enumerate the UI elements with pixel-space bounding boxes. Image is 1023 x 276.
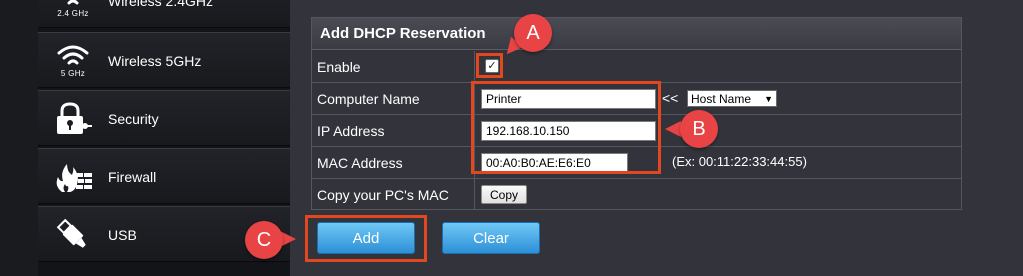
enable-row: Enable ✓ xyxy=(312,51,961,83)
copy-mac-button[interactable]: Copy xyxy=(481,185,527,204)
mac-address-row: MAC Address 00:A0:B0:AE:E6:E0 (Ex: 00:11… xyxy=(312,147,961,179)
panel-title: Add DHCP Reservation xyxy=(312,18,961,50)
host-name-select[interactable]: Host Name ▼ xyxy=(687,90,777,107)
dhcp-reservation-panel: Add DHCP Reservation Enable ✓ Computer N… xyxy=(311,17,962,210)
annotation-marker-b: B xyxy=(680,110,718,148)
firewall-icon xyxy=(50,155,96,199)
annotation-marker-a: A xyxy=(514,14,552,52)
left-edge-strip xyxy=(0,0,38,276)
band-label: 5 GHz xyxy=(60,69,86,78)
sidebar-item-security[interactable]: Security xyxy=(38,90,290,146)
enable-checkbox[interactable]: ✓ xyxy=(485,59,499,73)
marker-b-pointer xyxy=(665,121,681,137)
chevron-down-icon: ▼ xyxy=(764,93,773,104)
copy-mac-row: Copy your PC's MAC Copy xyxy=(312,179,961,211)
computer-name-row: Computer Name Printer << Host Name ▼ xyxy=(312,83,961,115)
sidebar-item-wireless-5ghz[interactable]: 5 GHz Wireless 5GHz xyxy=(38,32,290,88)
host-name-select-value: Host Name xyxy=(691,91,752,106)
wifi-icon: 2.4 GHz xyxy=(50,0,96,23)
lock-icon xyxy=(50,97,96,141)
wifi-icon: 5 GHz xyxy=(50,39,96,83)
annotation-marker-c: C xyxy=(245,221,283,259)
sidebar-item-label: Wireless 5GHz xyxy=(108,53,202,69)
sidebar-item-label: Wireless 2.4GHz xyxy=(108,0,214,9)
add-button[interactable]: Add xyxy=(317,222,415,254)
enable-label: Enable xyxy=(312,51,475,82)
copy-arrows: << xyxy=(662,90,679,106)
ip-address-label: IP Address xyxy=(312,115,475,146)
sidebar-item-label: Firewall xyxy=(108,169,157,185)
ip-address-row: IP Address 192.168.10.150 xyxy=(312,115,961,147)
sidebar-item-firewall[interactable]: Firewall xyxy=(38,148,290,204)
sidebar-item-wireless-24ghz[interactable]: 2.4 GHz Wireless 2.4GHz xyxy=(38,0,290,28)
mac-format-hint: (Ex: 00:11:22:33:44:55) xyxy=(672,154,807,169)
main-content: Add DHCP Reservation Enable ✓ Computer N… xyxy=(290,0,1023,276)
mac-address-label: MAC Address xyxy=(312,147,475,178)
usb-icon xyxy=(50,213,96,257)
sidebar-item-label: USB xyxy=(108,227,137,243)
computer-name-label: Computer Name xyxy=(312,83,475,114)
mac-address-input[interactable]: 00:A0:B0:AE:E6:E0 xyxy=(481,153,628,173)
copy-mac-label: Copy your PC's MAC xyxy=(312,179,475,210)
computer-name-input[interactable]: Printer xyxy=(481,89,656,109)
ip-address-input[interactable]: 192.168.10.150 xyxy=(481,121,656,141)
sidebar-item-label: Security xyxy=(108,111,159,127)
band-label: 2.4 GHz xyxy=(57,9,89,18)
clear-button[interactable]: Clear xyxy=(442,222,540,254)
